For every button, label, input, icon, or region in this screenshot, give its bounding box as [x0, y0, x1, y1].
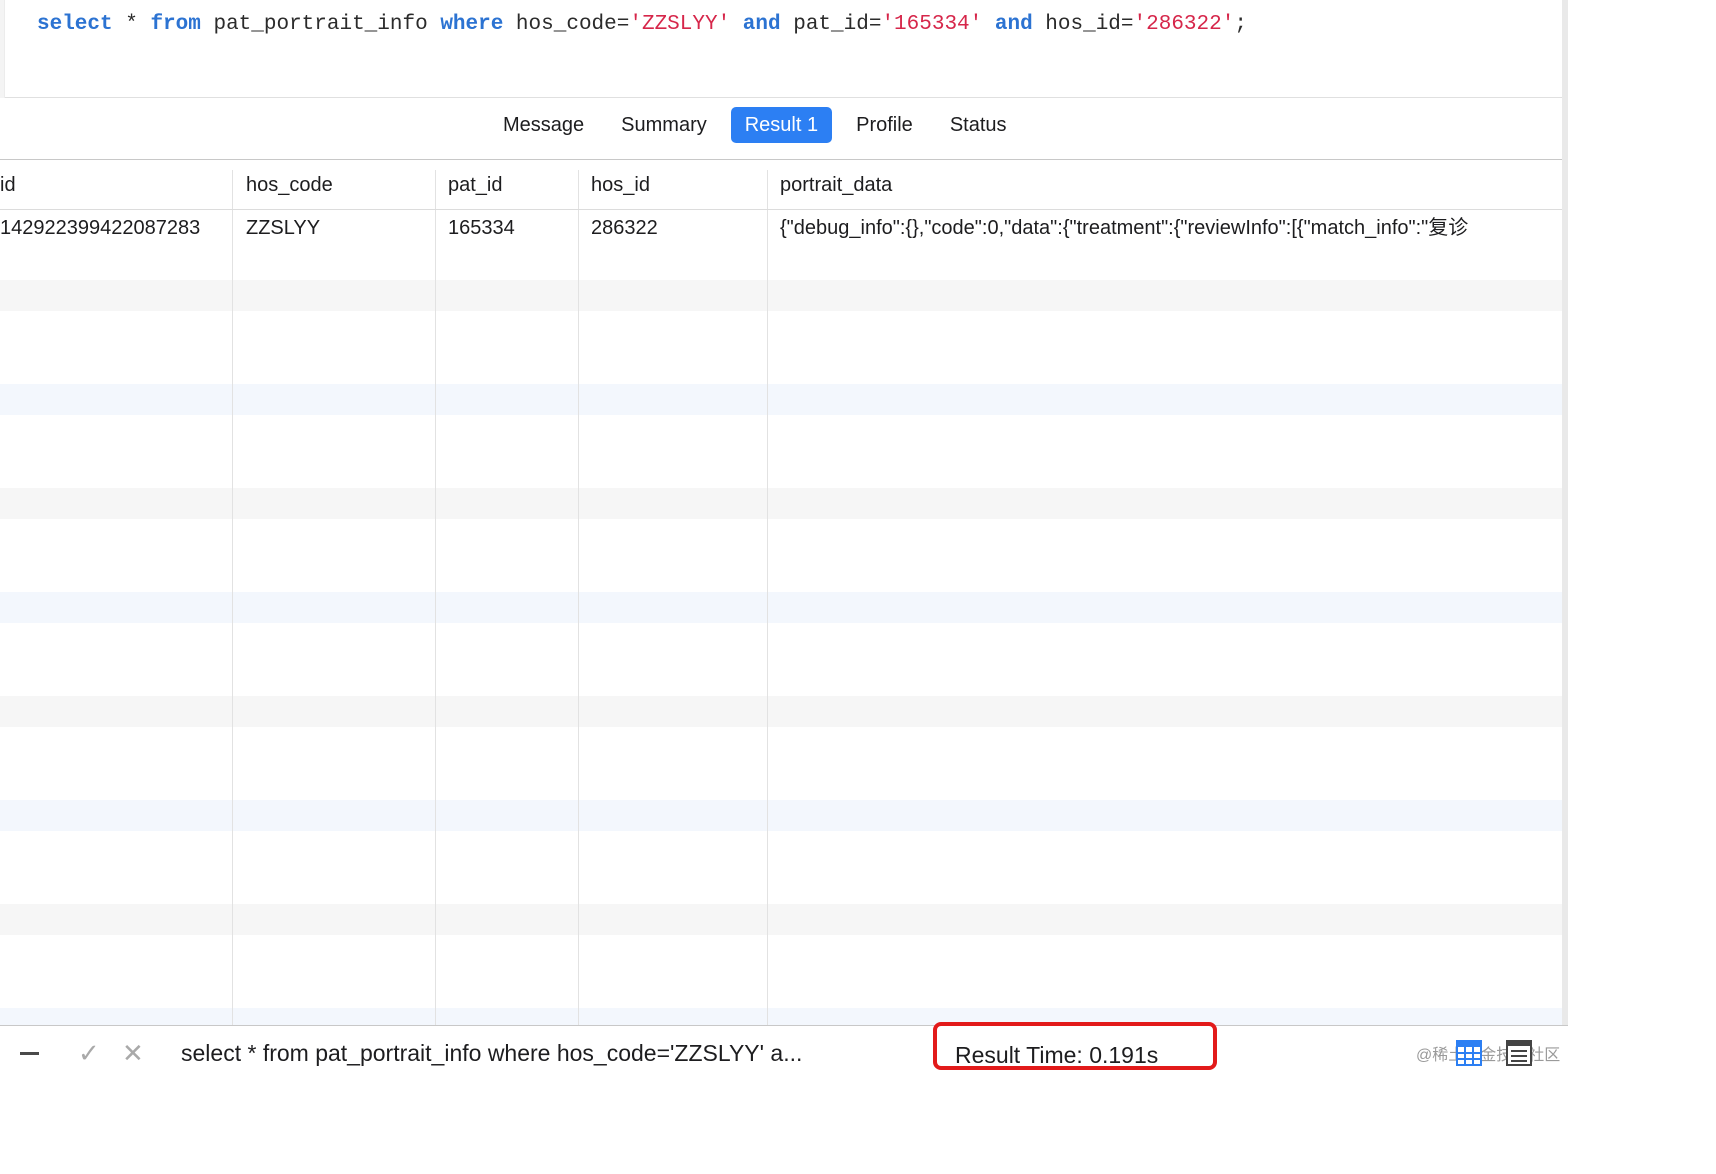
result-time: Result Time: 0.191s	[955, 1042, 1159, 1068]
sql-keyword: and	[994, 13, 1033, 36]
tab-summary[interactable]: Summary	[608, 107, 720, 143]
cell-pat-id[interactable]: 165334	[448, 214, 574, 242]
sql-keyword: select	[37, 13, 113, 36]
grid-header-row: id hos_code pat_id hos_id portrait_data	[0, 160, 1562, 210]
sql-text: ;	[1234, 13, 1247, 36]
column-divider[interactable]	[767, 170, 768, 1025]
sql-string-literal: 'ZZSLYY'	[629, 13, 731, 36]
form-view-icon[interactable]	[1506, 1040, 1532, 1066]
grid-empty-row	[0, 488, 1562, 519]
grid-empty-row	[0, 592, 1562, 623]
sql-query-line[interactable]: select * from pat_portrait_info where ho…	[37, 12, 1247, 38]
sql-client-window: select * from pat_portrait_info where ho…	[0, 0, 1568, 1073]
tab-message[interactable]: Message	[490, 107, 597, 143]
result-tabs: Message Summary Result 1 Profile Status	[490, 107, 1031, 143]
column-divider[interactable]	[232, 170, 233, 1025]
sql-text: hos_code=	[503, 13, 630, 36]
status-bar: ✓ ✕ select * from pat_portrait_info wher…	[0, 1022, 1568, 1073]
cell-hos-code[interactable]: ZZSLYY	[246, 214, 431, 242]
column-divider[interactable]	[435, 170, 436, 1025]
tab-status[interactable]: Status	[937, 107, 1020, 143]
sql-keyword: and	[742, 13, 781, 36]
cell-portrait-data[interactable]: {"debug_info":{},"code":0,"data":{"treat…	[780, 214, 1562, 242]
table-row[interactable]: 142922399422087283 ZZSLYY 165334 286322 …	[0, 211, 1562, 245]
editor-gutter	[0, 0, 5, 98]
grid-empty-row	[0, 280, 1562, 311]
grid-empty-row	[0, 904, 1562, 935]
grid-view-icon[interactable]	[1456, 1040, 1482, 1066]
sql-editor[interactable]: select * from pat_portrait_info where ho…	[0, 0, 1568, 98]
grid-empty-row	[0, 800, 1562, 831]
sql-text: pat_id=	[780, 13, 882, 36]
sql-string-literal: '286322'	[1133, 13, 1235, 36]
grid-empty-row	[0, 384, 1562, 415]
tab-profile[interactable]: Profile	[843, 107, 926, 143]
sql-keyword: where	[440, 13, 504, 36]
column-header-pat-id[interactable]: pat_id	[448, 171, 574, 199]
grid-empty-row	[0, 696, 1562, 727]
column-header-id[interactable]: id	[0, 171, 228, 199]
column-divider[interactable]	[578, 170, 579, 1025]
result-grid[interactable]: id hos_code pat_id hos_id portrait_data …	[0, 160, 1562, 1025]
watermark: @稀土掘金技术社区	[1416, 1047, 1561, 1064]
column-header-hos-code[interactable]: hos_code	[246, 171, 431, 199]
sql-text: pat_portrait_info	[200, 13, 441, 36]
cell-hos-id[interactable]: 286322	[591, 214, 763, 242]
sql-text: hos_id=	[1032, 13, 1134, 36]
sql-keyword: from	[150, 13, 201, 36]
cell-id[interactable]: 142922399422087283	[0, 214, 228, 242]
sql-string-literal: '165334'	[881, 13, 983, 36]
vertical-scrollbar[interactable]	[1562, 0, 1568, 1025]
close-icon[interactable]: ✕	[122, 1038, 144, 1068]
query-preview: select * from pat_portrait_info where ho…	[181, 1040, 803, 1066]
minus-icon[interactable]	[20, 1052, 39, 1055]
tab-result-1[interactable]: Result 1	[730, 107, 833, 143]
grid-empty-row	[0, 1008, 1562, 1025]
check-icon[interactable]: ✓	[78, 1038, 100, 1068]
sql-text: *	[112, 13, 151, 36]
column-header-portrait-data[interactable]: portrait_data	[780, 171, 1560, 199]
column-header-hos-id[interactable]: hos_id	[591, 171, 763, 199]
result-tabs-bar: Message Summary Result 1 Profile Status	[0, 98, 1562, 160]
